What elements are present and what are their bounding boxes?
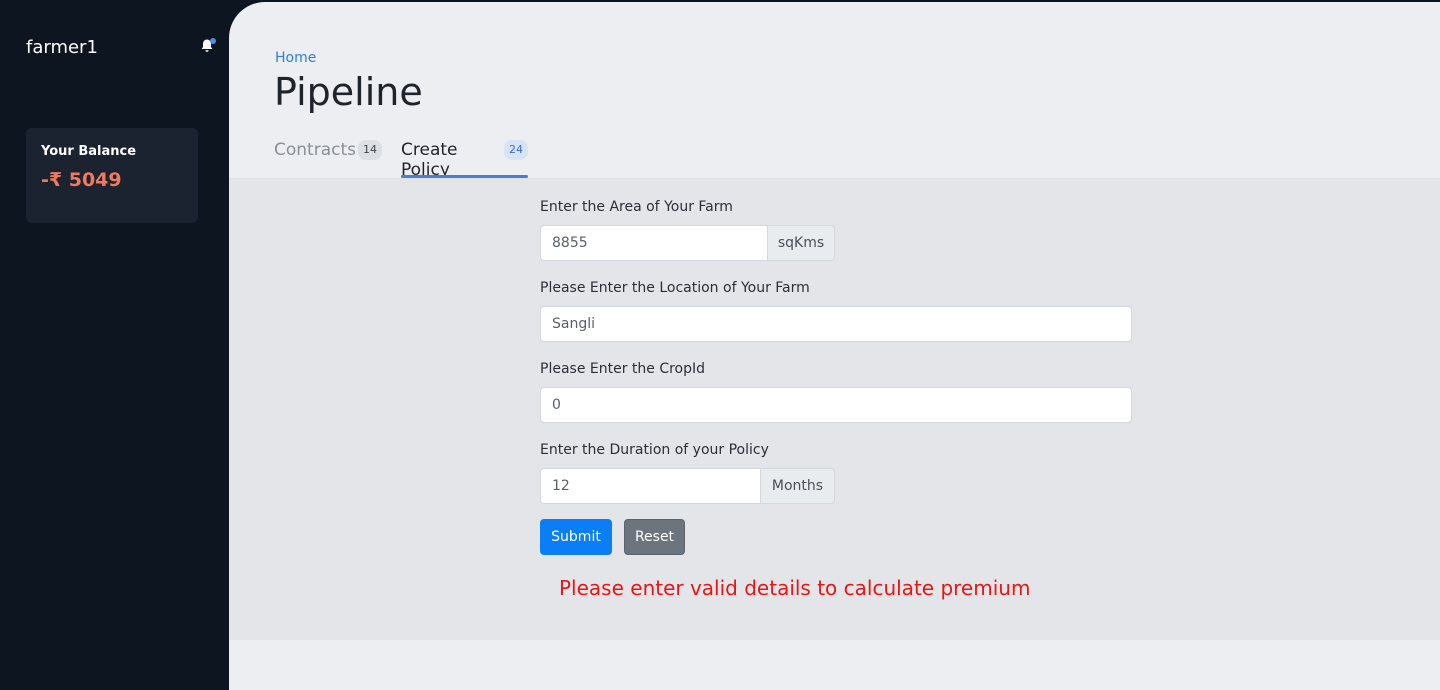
notification-dot (210, 38, 216, 44)
location-input[interactable]: Sangli (540, 306, 1132, 342)
tab-create-policy-label: Create Policy (401, 140, 458, 180)
duration-input[interactable]: 12 (540, 468, 761, 504)
area-input[interactable]: 8855 (540, 225, 768, 261)
area-label: Enter the Area of Your Farm (540, 199, 733, 215)
duration-label: Enter the Duration of your Policy (540, 442, 769, 458)
tab-contracts-count: 14 (358, 140, 382, 160)
area-unit: sqKms (768, 225, 835, 261)
main-panel: Home Pipeline Contracts 14 Create Policy… (229, 2, 1440, 690)
balance-value: -₹ 5049 (41, 169, 122, 191)
tab-contracts-label: Contracts (274, 140, 356, 160)
crop-id-label: Please Enter the CropId (540, 361, 706, 377)
username: farmer1 (26, 37, 98, 58)
location-label: Please Enter the Location of Your Farm (540, 280, 810, 296)
balance-card: Your Balance -₹ 5049 (26, 128, 198, 223)
tab-contracts[interactable]: Contracts 14 (274, 136, 382, 178)
reset-button[interactable]: Reset (624, 519, 685, 555)
duration-unit: Months (761, 468, 835, 504)
sidebar: farmer1 Your Balance -₹ 5049 (0, 0, 229, 690)
breadcrumb-home[interactable]: Home (275, 50, 316, 66)
crop-id-input[interactable]: 0 (540, 387, 1132, 423)
balance-label: Your Balance (41, 144, 137, 159)
error-message: Please enter valid details to calculate … (559, 576, 1031, 600)
page-title: Pipeline (274, 70, 423, 114)
tab-create-policy-count: 24 (504, 140, 528, 160)
content-area: Enter the Area of Your Farm 8855 sqKms P… (229, 178, 1440, 640)
submit-button[interactable]: Submit (540, 519, 612, 555)
tab-create-policy[interactable]: Create Policy 24 (401, 136, 528, 180)
